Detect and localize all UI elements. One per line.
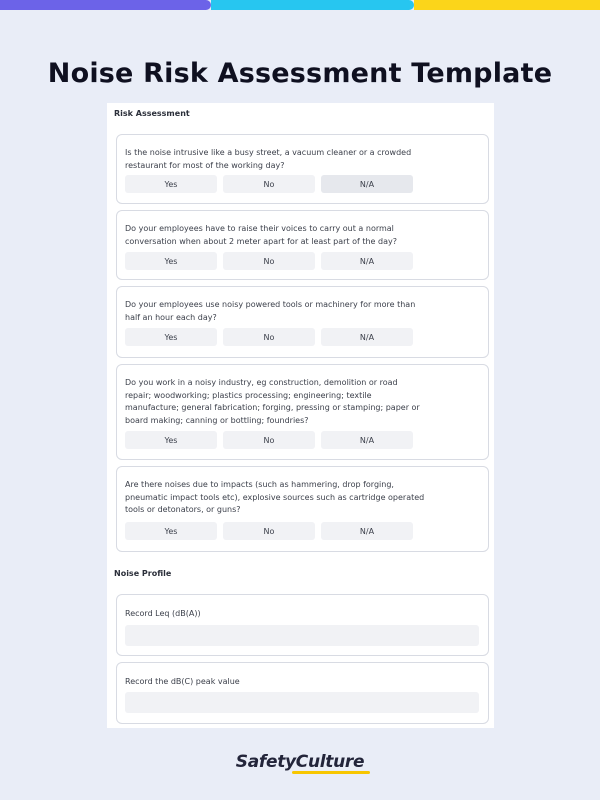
leq-input[interactable]	[125, 625, 479, 646]
answer-group: Yes No N/A	[125, 431, 413, 449]
answer-na-button[interactable]: N/A	[321, 522, 413, 540]
peak-value-input[interactable]	[125, 692, 479, 713]
brand-name-text: SafetyCulture	[235, 752, 365, 772]
question-text: Do you work in a noisy industry, eg cons…	[125, 378, 420, 425]
brand-underline	[291, 771, 370, 774]
field-card-leq: Record Leq (dB(A))	[116, 594, 489, 656]
question-card-1: Is the noise intrusive like a busy stree…	[116, 134, 489, 204]
top-color-stripe	[0, 0, 600, 10]
question-text: Are there noises due to impacts (such as…	[125, 480, 425, 514]
answer-group: Yes No N/A	[125, 328, 413, 346]
answer-na-button[interactable]: N/A	[321, 328, 413, 346]
field-label: Record Leq (dB(A))	[125, 609, 201, 618]
field-label: Record the dB(C) peak value	[125, 677, 240, 686]
answer-no-button[interactable]: No	[223, 328, 315, 346]
brand-logo: SafetyCulture	[0, 752, 600, 774]
answer-group: Yes No N/A	[125, 175, 413, 193]
question-card-5: Are there noises due to impacts (such as…	[116, 466, 489, 552]
field-card-peak: Record the dB(C) peak value	[116, 662, 489, 724]
question-card-2: Do your employees have to raise their vo…	[116, 210, 489, 280]
answer-yes-button[interactable]: Yes	[125, 522, 217, 540]
brand-name: SafetyCulture	[235, 752, 370, 774]
section-heading-risk-assessment: Risk Assessment	[114, 109, 190, 118]
answer-no-button[interactable]: No	[223, 175, 315, 193]
stripe-segment-purple	[0, 0, 211, 10]
answer-yes-button[interactable]: Yes	[125, 431, 217, 449]
question-card-4: Do you work in a noisy industry, eg cons…	[116, 364, 489, 460]
answer-na-button[interactable]: N/A	[321, 175, 413, 193]
answer-yes-button[interactable]: Yes	[125, 328, 217, 346]
question-text: Do your employees have to raise their vo…	[125, 224, 397, 246]
answer-yes-button[interactable]: Yes	[125, 175, 217, 193]
section-heading-noise-profile: Noise Profile	[114, 569, 172, 578]
question-card-3: Do your employees use noisy powered tool…	[116, 286, 489, 358]
answer-no-button[interactable]: No	[223, 522, 315, 540]
answer-no-button[interactable]: No	[223, 431, 315, 449]
page-title: Noise Risk Assessment Template	[47, 58, 553, 89]
stripe-segment-yellow	[414, 0, 600, 10]
question-text: Is the noise intrusive like a busy stree…	[125, 148, 412, 170]
question-text: Do your employees use noisy powered tool…	[125, 300, 416, 322]
form-sheet: Risk Assessment Is the noise intrusive l…	[107, 103, 494, 728]
answer-yes-button[interactable]: Yes	[125, 252, 217, 270]
answer-na-button[interactable]: N/A	[321, 431, 413, 449]
answer-group: Yes No N/A	[125, 252, 413, 270]
answer-no-button[interactable]: No	[223, 252, 315, 270]
answer-group: Yes No N/A	[125, 522, 413, 540]
answer-na-button[interactable]: N/A	[321, 252, 413, 270]
stripe-segment-cyan	[211, 0, 414, 10]
